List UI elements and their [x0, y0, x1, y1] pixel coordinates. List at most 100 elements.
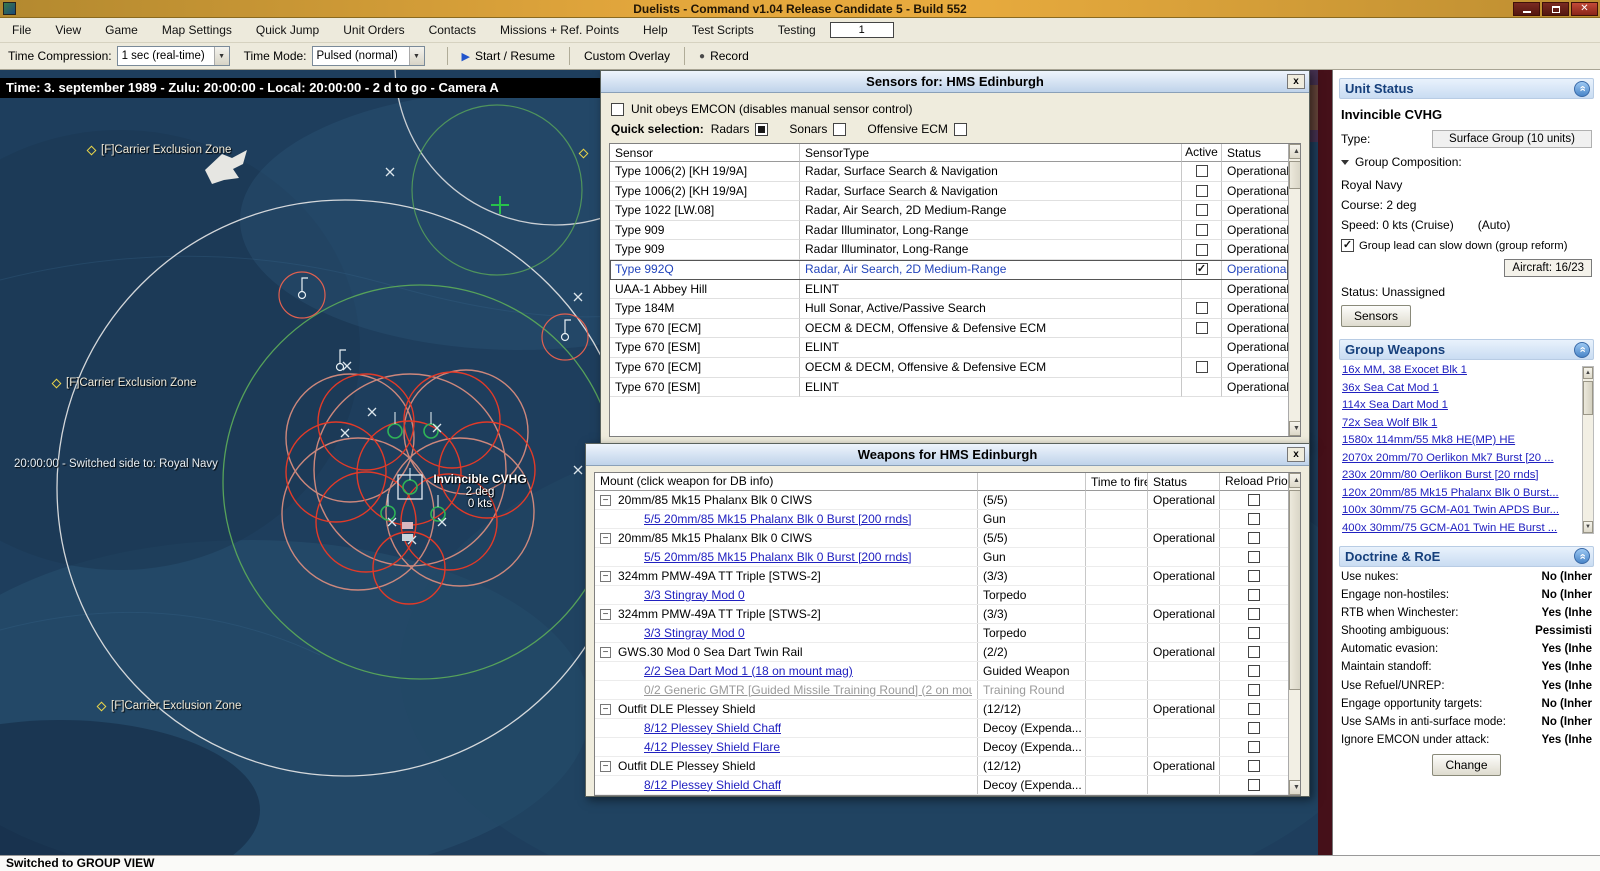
weapon-name[interactable]: 4/12 Plessey Shield Flare: [644, 738, 780, 756]
weapon-row[interactable]: Outfit DLE Plessey Shield (12/12) Operat…: [595, 700, 1288, 719]
weapon-name[interactable]: 324mm PMW-49A TT Triple [STWS-2]: [618, 567, 821, 585]
time-compression-dropdown[interactable]: 1 sec (real-time) ▼: [117, 46, 230, 66]
aircraft-count-button[interactable]: Aircraft: 16/23: [1504, 259, 1592, 277]
sensor-row[interactable]: Type 670 [ESM] ELINT Operational: [610, 378, 1288, 398]
group-composition-toggle[interactable]: Group Composition:: [1341, 155, 1592, 169]
testing-input[interactable]: [830, 22, 894, 38]
emcon-row[interactable]: Unit obeys EMCON (disables manual sensor…: [611, 102, 1301, 116]
menu-item[interactable]: Test Scripts: [680, 20, 766, 40]
weapon-row[interactable]: 5/5 20mm/85 Mk15 Phalanx Blk 0 Burst [20…: [595, 548, 1288, 567]
reload-priority-checkbox[interactable]: [1248, 494, 1260, 506]
weapon-row[interactable]: 3/3 Stingray Mod 0 Torpedo: [595, 586, 1288, 605]
sensor-row[interactable]: Type 184M Hull Sonar, Active/Passive Sea…: [610, 299, 1288, 319]
sensor-row[interactable]: Type 909 Radar Illuminator, Long-Range O…: [610, 240, 1288, 260]
quick-sonars[interactable]: Sonars: [789, 122, 846, 136]
menu-item[interactable]: Map Settings: [150, 20, 244, 40]
weapon-name[interactable]: GWS.30 Mod 0 Sea Dart Twin Rail: [618, 643, 803, 661]
sensor-row[interactable]: Type 992Q Radar, Air Search, 2D Medium-R…: [610, 260, 1288, 280]
sensor-row[interactable]: Type 670 [ECM] OECM & DECM, Offensive & …: [610, 358, 1288, 378]
menu-item[interactable]: File: [0, 20, 43, 40]
weapon-row[interactable]: 3/3 Stingray Mod 0 Torpedo: [595, 624, 1288, 643]
menu-item[interactable]: Unit Orders: [331, 20, 416, 40]
reload-priority-checkbox[interactable]: [1248, 589, 1260, 601]
sonars-checkbox[interactable]: [833, 123, 846, 136]
group-weapon-link[interactable]: 400x 30mm/75 GCM-A01 Twin HE Burst ...: [1342, 522, 1580, 534]
sensor-active-checkbox[interactable]: [1196, 361, 1208, 373]
sensors-button[interactable]: Sensors: [1341, 305, 1411, 327]
menu-item[interactable]: Quick Jump: [244, 20, 331, 40]
scroll-down-icon[interactable]: ▼: [1289, 780, 1301, 795]
sensor-active-checkbox[interactable]: [1196, 185, 1208, 197]
collapse-icon[interactable]: [600, 533, 611, 544]
change-button[interactable]: Change: [1432, 754, 1500, 776]
weapon-name[interactable]: 20mm/85 Mk15 Phalanx Blk 0 CIWS: [618, 491, 812, 509]
weapon-row[interactable]: 8/12 Plessey Shield Chaff Decoy (Expenda…: [595, 776, 1288, 795]
reference-point-icon[interactable]: [87, 145, 97, 155]
scroll-thumb[interactable]: [1289, 161, 1301, 189]
collapse-icon[interactable]: [600, 704, 611, 715]
minimize-button[interactable]: [1513, 2, 1540, 16]
reload-priority-checkbox[interactable]: [1248, 703, 1260, 715]
reload-priority-checkbox[interactable]: [1248, 684, 1260, 696]
close-icon[interactable]: x: [1287, 74, 1305, 89]
scroll-down-icon[interactable]: ▼: [1583, 521, 1593, 533]
weapon-row[interactable]: 2/2 Sea Dart Mod 1 (18 on mount mag) Gui…: [595, 662, 1288, 681]
weapons-dialog-titlebar[interactable]: Weapons for HMS Edinburgh x: [586, 444, 1309, 466]
collapse-section-button[interactable]: «: [1574, 81, 1590, 97]
sensors-scrollbar[interactable]: ▲ ▼: [1288, 144, 1301, 436]
quick-offensive-ecm[interactable]: Offensive ECM: [867, 122, 966, 136]
sensor-row[interactable]: Type 670 [ESM] ELINT Operational: [610, 338, 1288, 358]
weapon-row[interactable]: 8/12 Plessey Shield Chaff Decoy (Expenda…: [595, 719, 1288, 738]
group-weapon-link[interactable]: 36x Sea Cat Mod 1: [1342, 382, 1580, 394]
collapse-section-button[interactable]: «: [1574, 342, 1590, 358]
collapse-icon[interactable]: [600, 495, 611, 506]
reload-priority-checkbox[interactable]: [1248, 722, 1260, 734]
scroll-up-icon[interactable]: ▲: [1583, 367, 1593, 379]
weapon-name[interactable]: 3/3 Stingray Mod 0: [644, 586, 745, 604]
group-weapon-link[interactable]: 1580x 114mm/55 Mk8 HE(MP) HE: [1342, 434, 1580, 446]
emcon-checkbox[interactable]: [611, 103, 624, 116]
weapon-row[interactable]: 20mm/85 Mk15 Phalanx Blk 0 CIWS (5/5) Op…: [595, 491, 1288, 510]
weapon-row[interactable]: 4/12 Plessey Shield Flare Decoy (Expenda…: [595, 738, 1288, 757]
reload-priority-checkbox[interactable]: [1248, 646, 1260, 658]
close-button[interactable]: ✕: [1571, 2, 1598, 16]
collapse-icon[interactable]: [600, 571, 611, 582]
group-weapon-link[interactable]: 72x Sea Wolf Blk 1: [1342, 417, 1580, 429]
offensive-ecm-checkbox[interactable]: [954, 123, 967, 136]
scroll-thumb[interactable]: [1583, 381, 1593, 415]
weapon-row[interactable]: 5/5 20mm/85 Mk15 Phalanx Blk 0 Burst [20…: [595, 510, 1288, 529]
record-button[interactable]: ● Record: [693, 46, 755, 66]
reload-priority-checkbox[interactable]: [1248, 665, 1260, 677]
time-mode-dropdown[interactable]: Pulsed (normal) ▼: [312, 46, 425, 66]
reload-priority-checkbox[interactable]: [1248, 551, 1260, 563]
reload-priority-checkbox[interactable]: [1248, 513, 1260, 525]
collapse-icon[interactable]: [600, 647, 611, 658]
menu-item[interactable]: Testing: [766, 20, 828, 40]
weapon-name[interactable]: 324mm PMW-49A TT Triple [STWS-2]: [618, 605, 821, 623]
radars-checkbox[interactable]: [755, 123, 768, 136]
weapon-name[interactable]: Outfit DLE Plessey Shield: [618, 757, 755, 775]
collapse-section-button[interactable]: «: [1574, 548, 1590, 564]
sensor-row[interactable]: Type 670 [ECM] OECM & DECM, Offensive & …: [610, 319, 1288, 339]
weapon-name[interactable]: 5/5 20mm/85 Mk15 Phalanx Blk 0 Burst [20…: [644, 548, 911, 566]
sensor-row[interactable]: UAA-1 Abbey Hill ELINT Operational: [610, 280, 1288, 300]
weapon-name[interactable]: 5/5 20mm/85 Mk15 Phalanx Blk 0 Burst [20…: [644, 510, 911, 528]
reload-priority-checkbox[interactable]: [1248, 570, 1260, 582]
weapon-row[interactable]: 324mm PMW-49A TT Triple [STWS-2] (3/3) O…: [595, 567, 1288, 586]
weapon-name[interactable]: 8/12 Plessey Shield Chaff: [644, 776, 781, 794]
maximize-button[interactable]: [1542, 2, 1569, 16]
custom-overlay-button[interactable]: Custom Overlay: [578, 46, 676, 66]
weapon-row[interactable]: GWS.30 Mod 0 Sea Dart Twin Rail (2/2) Op…: [595, 643, 1288, 662]
weapon-row[interactable]: Outfit DLE Plessey Shield (12/12) Operat…: [595, 757, 1288, 776]
start-resume-button[interactable]: ▶ Start / Resume: [456, 46, 562, 66]
quick-radars[interactable]: Radars: [711, 122, 769, 136]
weapon-name[interactable]: 0/2 Generic GMTR [Guided Missile Trainin…: [644, 681, 972, 699]
sidebar-scrollbar[interactable]: ▲ ▼: [1582, 366, 1594, 534]
unit-speed[interactable]: Speed: 0 kts (Cruise): [1341, 218, 1454, 232]
group-weapon-link[interactable]: 114x Sea Dart Mod 1: [1342, 399, 1580, 411]
menu-item[interactable]: Missions + Ref. Points: [488, 20, 631, 40]
group-weapon-link[interactable]: 120x 20mm/85 Mk15 Phalanx Blk 0 Burst...: [1342, 487, 1580, 499]
reload-priority-checkbox[interactable]: [1248, 627, 1260, 639]
menu-item[interactable]: Contacts: [417, 20, 488, 40]
weapon-name[interactable]: Outfit DLE Plessey Shield: [618, 700, 755, 718]
